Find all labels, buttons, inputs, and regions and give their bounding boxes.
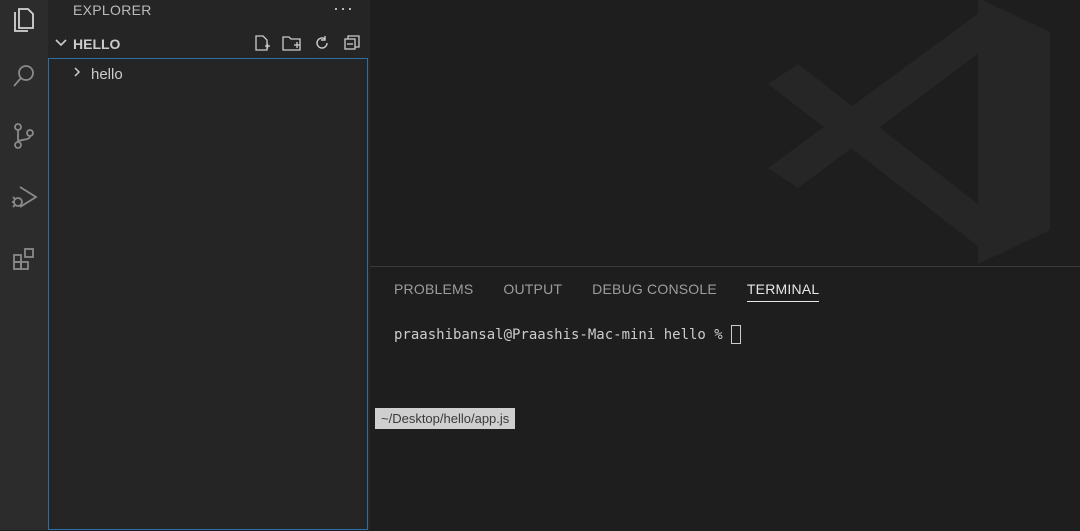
- more-actions-icon[interactable]: ···: [333, 0, 354, 19]
- tab-output[interactable]: OUTPUT: [503, 281, 562, 302]
- chevron-down-icon: [54, 36, 68, 55]
- vscode-logo-watermark-icon: [768, 0, 1050, 264]
- chevron-right-icon: [71, 65, 83, 83]
- tree-item-label: hello: [91, 65, 123, 83]
- new-file-icon[interactable]: [252, 33, 272, 53]
- search-icon[interactable]: [0, 52, 48, 100]
- terminal-prompt: praashibansal@Praashis-Mac-mini hello %: [394, 326, 723, 343]
- file-tree: hello: [48, 58, 368, 530]
- collapse-all-icon[interactable]: [342, 33, 362, 53]
- activity-bar: [0, 0, 48, 530]
- files-icon[interactable]: [0, 0, 48, 42]
- tab-terminal[interactable]: TERMINAL: [746, 281, 820, 302]
- new-folder-icon[interactable]: [282, 33, 302, 53]
- tree-item-folder[interactable]: hello: [71, 63, 123, 85]
- folder-section-label: HELLO: [73, 36, 121, 52]
- panel-tabs: PROBLEMS OUTPUT DEBUG CONSOLE TERMINAL: [394, 281, 820, 302]
- sidebar-title: EXPLORER: [73, 2, 152, 18]
- bottom-panel: PROBLEMS OUTPUT DEBUG CONSOLE TERMINAL p…: [370, 266, 1080, 531]
- editor-area: [370, 0, 1080, 266]
- folder-section-header[interactable]: HELLO: [48, 33, 370, 55]
- extensions-icon[interactable]: [0, 234, 48, 282]
- explorer-sidebar: EXPLORER ··· HELLO hello: [48, 0, 370, 530]
- terminal-line[interactable]: praashibansal@Praashis-Mac-mini hello %: [394, 325, 741, 344]
- terminal-cursor: [730, 325, 741, 344]
- source-control-icon[interactable]: [0, 112, 48, 160]
- refresh-icon[interactable]: [312, 33, 332, 53]
- tab-problems[interactable]: PROBLEMS: [394, 281, 473, 302]
- tab-debug-console[interactable]: DEBUG CONSOLE: [592, 281, 717, 302]
- run-debug-icon[interactable]: [0, 172, 48, 220]
- path-tooltip: ~/Desktop/hello/app.js: [375, 408, 516, 429]
